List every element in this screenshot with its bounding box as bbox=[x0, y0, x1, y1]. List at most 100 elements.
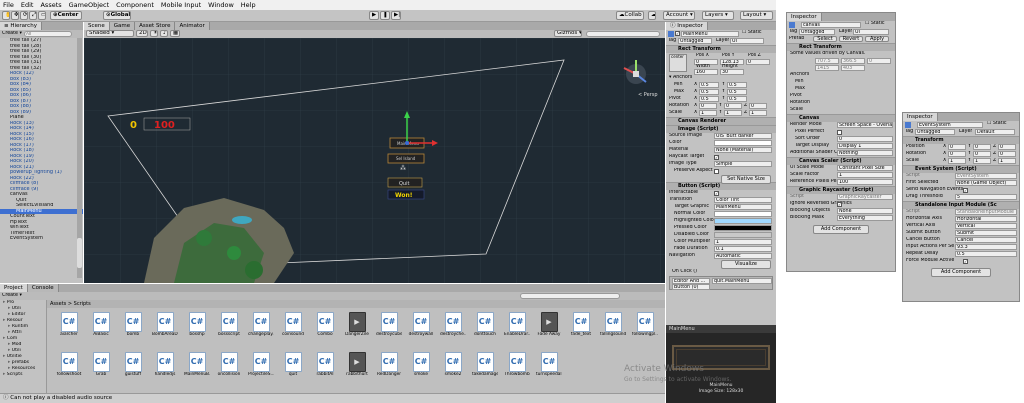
prefab-revert-button[interactable]: Revert bbox=[839, 36, 863, 42]
asset-item[interactable]: C# Throwbomb bbox=[504, 352, 530, 380]
hierarchy-tab[interactable]: ≡ Hierarchy bbox=[0, 22, 42, 30]
tab-game[interactable]: Game bbox=[109, 22, 136, 30]
tab-console[interactable]: Console bbox=[27, 284, 59, 292]
hand-tool-button[interactable]: ✋ bbox=[2, 11, 10, 20]
tab-project[interactable]: Project bbox=[0, 284, 28, 292]
anchor-presets-button[interactable]: center bbox=[669, 54, 687, 72]
es-rot-x[interactable]: 0 bbox=[948, 151, 966, 157]
pivot-y[interactable]: 0.5 bbox=[727, 96, 747, 102]
sort-order-field[interactable]: 0 bbox=[837, 136, 893, 142]
normal-color-swatch[interactable] bbox=[714, 211, 772, 217]
audio-toggle[interactable]: ♪ bbox=[160, 30, 168, 37]
blocking-mask-dropdown[interactable]: Everything bbox=[837, 215, 893, 221]
asset-item[interactable]: C# changeplay... bbox=[248, 312, 274, 340]
hierarchy-item[interactable]: EventSystem bbox=[0, 236, 83, 242]
canvas-component-header[interactable]: Canvas bbox=[787, 114, 895, 122]
canvas-renderer-header[interactable]: Canvas Renderer bbox=[666, 117, 776, 125]
prefab-select-button[interactable]: Select bbox=[813, 36, 837, 42]
render-mode-dropdown[interactable]: Screen Space - Overlay bbox=[837, 122, 893, 128]
repeat-delay-field[interactable]: 0.5 bbox=[955, 251, 1017, 257]
eventsystem-name-field[interactable]: EventSystem bbox=[917, 122, 983, 128]
menu-component[interactable]: Component bbox=[116, 1, 154, 9]
graphic-raycaster-header[interactable]: Graphic Raycaster (Script) bbox=[787, 186, 895, 194]
asset-item[interactable]: C# EnableDrar... bbox=[504, 312, 530, 340]
rotate-tool-button[interactable]: ⟳ bbox=[20, 11, 28, 20]
source-image-field[interactable]: UIS_Butt darker bbox=[714, 133, 772, 139]
anchor-min-x[interactable]: 0.5 bbox=[699, 82, 719, 88]
horizontal-axis-field[interactable]: Horizontal bbox=[955, 216, 1017, 222]
hierarchy-search-input[interactable] bbox=[23, 31, 72, 37]
layers-dropdown[interactable]: Layers ▾ bbox=[702, 11, 734, 20]
es-rot-y[interactable]: 0 bbox=[973, 151, 991, 157]
hierarchy-create-button[interactable]: Create ▾ bbox=[2, 31, 22, 37]
shader-channels-dropdown[interactable]: Nothing bbox=[837, 150, 893, 156]
asset-item[interactable]: C# coinsound bbox=[282, 312, 304, 340]
asset-item[interactable]: C# followingpl... bbox=[632, 312, 658, 340]
canvas-tag-dropdown[interactable]: Untagged bbox=[799, 29, 835, 35]
ignore-reversed-checkbox[interactable]: ✓ bbox=[837, 202, 842, 207]
asset-item[interactable]: C# ProjectileS... bbox=[248, 352, 274, 380]
menu-assets[interactable]: Assets bbox=[40, 1, 61, 9]
rect-tool-button[interactable]: ▭ bbox=[38, 11, 46, 20]
collab-button[interactable]: ☁Collab ▾ bbox=[616, 11, 644, 20]
tab-scene[interactable]: Scene bbox=[84, 22, 110, 30]
pivot-center-button[interactable]: ⊕Center bbox=[50, 11, 82, 20]
canvas-height[interactable]: 403 bbox=[841, 65, 865, 71]
asset-item[interactable]: C#BombAreaD... bbox=[152, 312, 178, 340]
asset-item[interactable]: ▶ rabbithurt bbox=[346, 352, 368, 380]
anchor-min-y[interactable]: 0.5 bbox=[727, 82, 747, 88]
image-component-header[interactable]: Image (Script) bbox=[666, 125, 776, 133]
asset-item[interactable]: C# bosshp bbox=[187, 312, 207, 340]
canvas-add-component-button[interactable]: Add Component bbox=[813, 225, 869, 234]
asset-item[interactable]: C# aiarcher bbox=[59, 312, 79, 340]
first-selected-field[interactable]: None (Game Object) bbox=[955, 180, 1017, 186]
tab-animator[interactable]: Animator bbox=[175, 22, 210, 30]
es-scale-z[interactable]: 1 bbox=[998, 158, 1016, 164]
rect-transform-header[interactable]: Rect Transform bbox=[666, 45, 776, 53]
asset-item[interactable]: C# followshoot bbox=[57, 352, 81, 380]
pivot-global-button[interactable]: ⊙Global bbox=[103, 11, 131, 20]
layer-dropdown[interactable]: UI bbox=[730, 38, 764, 44]
canvas-scaler-header[interactable]: Canvas Scaler (Script) bbox=[787, 157, 895, 165]
gizmos-dropdown[interactable]: Gizmos ▾ bbox=[554, 30, 582, 37]
preserve-aspect-checkbox[interactable] bbox=[714, 169, 719, 174]
eventsystem-tag-dropdown[interactable]: Untagged bbox=[915, 129, 955, 135]
rotation-y[interactable]: 0 bbox=[724, 103, 742, 109]
menu-mobile-input[interactable]: Mobile Input bbox=[161, 1, 201, 9]
submit-button-field[interactable]: Submit bbox=[955, 230, 1017, 236]
transition-dropdown[interactable]: Color Tint bbox=[714, 197, 772, 203]
asset-item[interactable]: C# oncollision bbox=[218, 352, 240, 380]
color-swatch[interactable] bbox=[714, 140, 772, 146]
cancel-button-field[interactable]: Cancel bbox=[955, 237, 1017, 243]
anchor-max-x[interactable]: 0.5 bbox=[699, 89, 719, 95]
rotation-z[interactable]: 0 bbox=[749, 103, 767, 109]
disabled-color-swatch[interactable] bbox=[714, 232, 772, 238]
asset-item[interactable]: ▶ Fade Away bbox=[538, 312, 560, 340]
anchor-max-y[interactable]: 0.5 bbox=[727, 89, 747, 95]
es-rot-z[interactable]: 0 bbox=[998, 151, 1016, 157]
account-dropdown[interactable]: Account ▾ bbox=[663, 11, 695, 20]
asset-item[interactable]: C# fallingsound bbox=[600, 312, 626, 340]
canvas-name-field[interactable]: canvas bbox=[801, 22, 861, 28]
cloud-services-button[interactable]: ☁ bbox=[648, 11, 656, 20]
tab-asset-store[interactable]: Asset Store bbox=[135, 22, 176, 30]
static-toggle[interactable]: ☐ Static bbox=[742, 30, 762, 36]
step-button[interactable]: ▶| bbox=[391, 11, 401, 20]
raycast-checkbox[interactable]: ✓ bbox=[714, 155, 719, 160]
scene-viewport[interactable]: 0 100 Main Menu Sel Island ⁂ Quit Won! <… bbox=[84, 38, 665, 283]
pressed-color-swatch[interactable] bbox=[714, 225, 772, 231]
asset-item[interactable]: C# Grab bbox=[91, 352, 111, 380]
menu-window[interactable]: Window bbox=[208, 1, 234, 9]
asset-item[interactable]: C#MainMenuB... bbox=[184, 352, 210, 380]
project-search-input[interactable] bbox=[520, 293, 620, 299]
active-checkbox[interactable]: ✓ bbox=[675, 31, 680, 36]
es-pos-x[interactable]: 0 bbox=[948, 144, 966, 150]
eventsystem-static-toggle[interactable]: ☐ Static bbox=[987, 121, 1007, 127]
anchors-foldout[interactable]: ▾ Anchors bbox=[669, 75, 692, 81]
asset-item[interactable]: C# destroycube bbox=[376, 312, 402, 340]
asset-item[interactable]: C# AiBasic bbox=[91, 312, 111, 340]
asset-item[interactable]: C# bomb bbox=[123, 312, 143, 340]
2d-toggle[interactable]: 2D bbox=[136, 30, 148, 37]
menu-gameobject[interactable]: GameObject bbox=[69, 1, 110, 9]
status-bar[interactable]: ⓘ Can not play a disabled audio source bbox=[0, 393, 665, 403]
